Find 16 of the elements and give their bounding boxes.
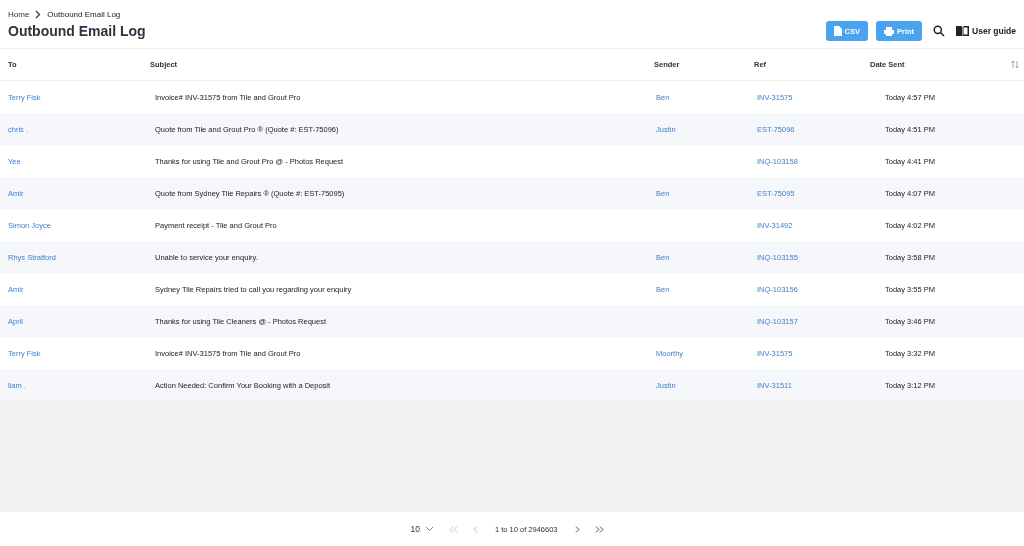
last-page-icon[interactable] bbox=[594, 525, 604, 533]
page-size-select[interactable]: 10 bbox=[410, 524, 434, 534]
printer-icon bbox=[883, 26, 894, 36]
chevron-icon bbox=[35, 10, 42, 19]
first-page-icon[interactable] bbox=[448, 525, 458, 533]
next-page-icon[interactable] bbox=[574, 525, 580, 533]
book-icon bbox=[956, 26, 970, 36]
page-title: Outbound Email Log bbox=[8, 23, 146, 39]
breadcrumb-link[interactable]: Home bbox=[8, 10, 30, 19]
previous-page-icon[interactable] bbox=[472, 525, 478, 533]
breadcrumb-current: Outbound Email Log bbox=[47, 10, 121, 19]
sort-icon[interactable] bbox=[1011, 60, 1019, 69]
file-icon bbox=[833, 26, 842, 36]
user-guide-link[interactable]: User guide bbox=[956, 26, 1016, 36]
search-icon[interactable] bbox=[933, 25, 946, 37]
caret-icon bbox=[424, 526, 434, 532]
